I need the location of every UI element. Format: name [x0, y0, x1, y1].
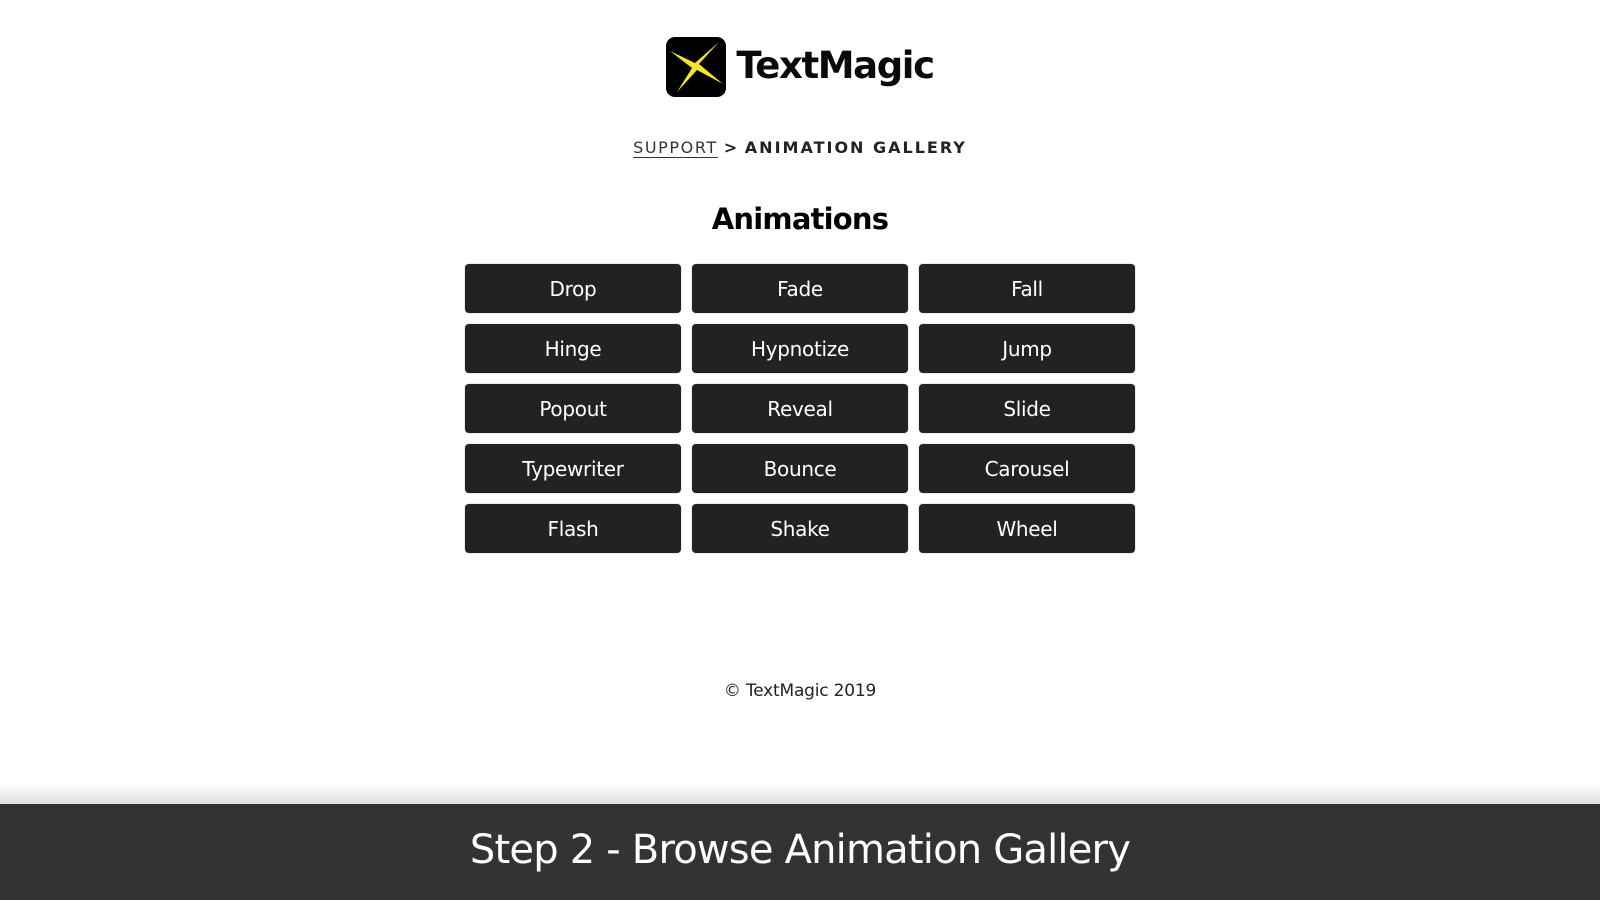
animation-button-fall[interactable]: Fall [919, 264, 1135, 313]
breadcrumb-current: ANIMATION GALLERY [744, 138, 967, 157]
animation-grid: Drop Fade Fall Hinge Hypnotize Jump Popo… [465, 264, 1135, 553]
animation-button-drop[interactable]: Drop [465, 264, 681, 313]
section-title: Animations [711, 202, 889, 236]
animation-button-jump[interactable]: Jump [919, 324, 1135, 373]
animation-button-shake[interactable]: Shake [692, 504, 908, 553]
animation-button-hypnotize[interactable]: Hypnotize [692, 324, 908, 373]
breadcrumb-support-link[interactable]: SUPPORT [633, 138, 718, 157]
animation-button-popout[interactable]: Popout [465, 384, 681, 433]
animation-button-typewriter[interactable]: Typewriter [465, 444, 681, 493]
brand-logo[interactable]: TextMagic [0, 37, 1600, 97]
animation-button-reveal[interactable]: Reveal [692, 384, 908, 433]
animation-button-hinge[interactable]: Hinge [465, 324, 681, 373]
step-caption-bar: Step 2 - Browse Animation Gallery [0, 804, 1600, 900]
animation-button-bounce[interactable]: Bounce [692, 444, 908, 493]
breadcrumb-separator: > [723, 138, 739, 157]
animation-button-fade[interactable]: Fade [692, 264, 908, 313]
animation-button-slide[interactable]: Slide [919, 384, 1135, 433]
breadcrumb: SUPPORT > ANIMATION GALLERY [0, 138, 1600, 158]
brand-name: TextMagic [736, 44, 935, 87]
caption-shadow [0, 784, 1600, 804]
copyright-text: © TextMagic 2019 [723, 681, 877, 701]
animation-button-wheel[interactable]: Wheel [919, 504, 1135, 553]
step-caption-text: Step 2 - Browse Animation Gallery [469, 827, 1131, 873]
animation-button-carousel[interactable]: Carousel [919, 444, 1135, 493]
animation-button-flash[interactable]: Flash [465, 504, 681, 553]
sparkle-star-icon [666, 37, 727, 97]
